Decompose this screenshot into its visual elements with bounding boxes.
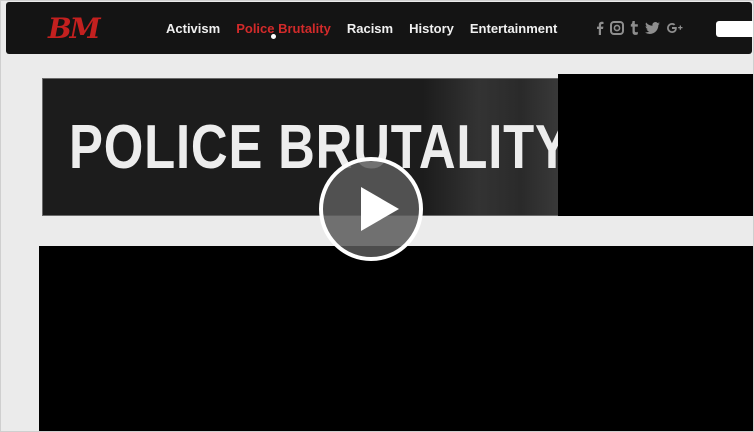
tumblr-icon[interactable] <box>630 21 639 35</box>
redacted-area-top-right <box>558 74 754 216</box>
nav-link-entertainment[interactable]: Entertainment <box>470 21 557 36</box>
nav-link-history[interactable]: History <box>409 21 454 36</box>
google-plus-icon[interactable] <box>666 22 684 34</box>
top-navbar: BM Activism Police Brutality Racism Hist… <box>6 2 754 54</box>
video-play-button[interactable] <box>319 157 423 261</box>
social-icons <box>596 2 684 54</box>
site-logo[interactable]: BM <box>48 12 101 46</box>
twitter-icon[interactable] <box>645 21 660 35</box>
nav-link-police-brutality[interactable]: Police Brutality <box>236 21 331 36</box>
facebook-icon[interactable] <box>596 21 604 35</box>
category-banner: POLICE BRUTALITY <box>42 78 562 216</box>
nav-link-activism[interactable]: Activism <box>166 21 220 36</box>
instagram-icon[interactable] <box>610 21 624 35</box>
mouse-cursor <box>271 34 276 39</box>
search-input[interactable] <box>716 21 754 37</box>
redacted-area-bottom <box>39 246 754 432</box>
play-icon <box>361 187 399 231</box>
nav-link-racism[interactable]: Racism <box>347 21 393 36</box>
main-nav: Activism Police Brutality Racism History… <box>166 2 557 54</box>
banner-title: POLICE BRUTALITY <box>69 113 562 182</box>
